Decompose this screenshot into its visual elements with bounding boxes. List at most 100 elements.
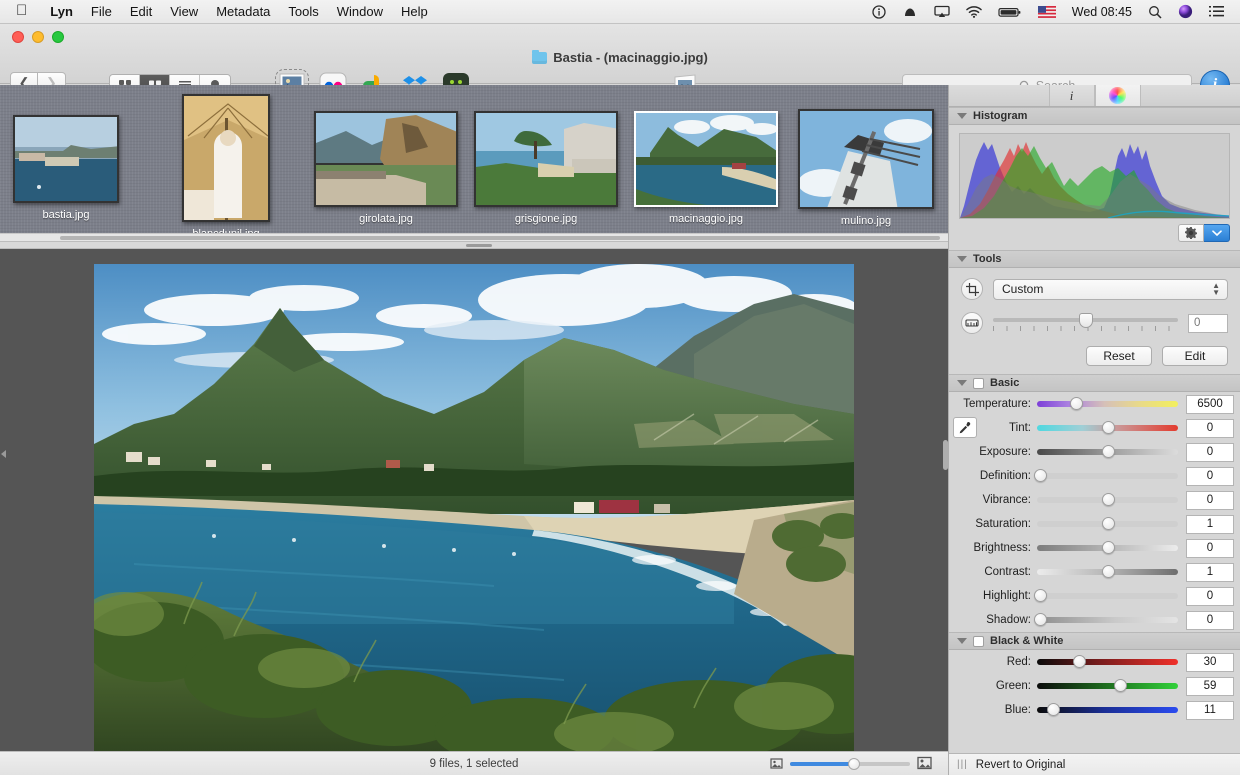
airplay-icon[interactable]: [926, 0, 958, 24]
thumbnail-mulino[interactable]: [798, 109, 934, 209]
tint-track[interactable]: [1037, 425, 1178, 431]
blue-knob[interactable]: [1047, 703, 1060, 716]
zoom-slider-knob[interactable]: [848, 758, 860, 770]
filmstrip-item[interactable]: girolata.jpg: [306, 85, 466, 225]
minimize-button[interactable]: [32, 31, 44, 43]
blackwhite-enable-checkbox[interactable]: [973, 636, 984, 647]
clock[interactable]: Wed 08:45: [1064, 5, 1140, 19]
filmstrip-item[interactable]: bastia.jpg: [0, 85, 146, 221]
zoom-button[interactable]: [52, 31, 64, 43]
filmstrip-scrollbar-thumb[interactable]: [60, 236, 940, 240]
straighten-slider[interactable]: [993, 313, 1178, 333]
thumbnail-bastia[interactable]: [13, 115, 119, 203]
vibrance-knob[interactable]: [1102, 493, 1115, 506]
splitter-grip[interactable]: [466, 244, 492, 247]
blue-track[interactable]: [1037, 707, 1178, 713]
menu-item-tools[interactable]: Tools: [279, 0, 327, 24]
straighten-button[interactable]: [961, 312, 983, 334]
tab-adjustments[interactable]: [1095, 85, 1141, 106]
menu-item-metadata[interactable]: Metadata: [207, 0, 279, 24]
filmstrip-item[interactable]: mulino.jpg: [786, 85, 946, 227]
blackwhite-section-header[interactable]: Black & White: [949, 632, 1240, 650]
thumbnail-grisgione[interactable]: [474, 111, 618, 207]
crop-button[interactable]: [961, 278, 983, 300]
saturation-knob[interactable]: [1102, 517, 1115, 530]
disclosure-triangle-icon[interactable]: [957, 256, 967, 262]
green-track[interactable]: [1037, 683, 1178, 689]
straighten-value[interactable]: 0: [1188, 314, 1228, 333]
histogram-section-header[interactable]: Histogram: [949, 107, 1240, 125]
shadow-knob[interactable]: [1034, 613, 1047, 626]
filmstrip-item[interactable]: grisgione.jpg: [466, 85, 626, 225]
exposure-knob[interactable]: [1102, 445, 1115, 458]
image-viewer[interactable]: [0, 249, 948, 773]
highlight-knob[interactable]: [1034, 589, 1047, 602]
menu-item-view[interactable]: View: [161, 0, 207, 24]
menu-item-file[interactable]: File: [82, 0, 121, 24]
highlight-value[interactable]: 0: [1186, 587, 1234, 606]
search-icon[interactable]: [1140, 0, 1170, 24]
red-track[interactable]: [1037, 659, 1178, 665]
basic-section-header[interactable]: Basic: [949, 374, 1240, 392]
histogram-dropdown-button[interactable]: [1204, 224, 1230, 242]
definition-knob[interactable]: [1034, 469, 1047, 482]
disclosure-triangle-icon[interactable]: [957, 113, 967, 119]
menu-item-help[interactable]: Help: [392, 0, 437, 24]
menu-item-lyn[interactable]: Lyn: [41, 0, 82, 24]
red-knob[interactable]: [1073, 655, 1086, 668]
blue-value[interactable]: 11: [1186, 701, 1234, 720]
shadow-value[interactable]: 0: [1186, 611, 1234, 630]
close-button[interactable]: [12, 31, 24, 43]
straighten-slider-knob[interactable]: [1079, 313, 1093, 328]
brightness-track[interactable]: [1037, 545, 1178, 551]
zoom-slider[interactable]: [790, 762, 910, 766]
tint-knob[interactable]: [1102, 421, 1115, 434]
shadow-track[interactable]: [1037, 617, 1178, 623]
menu-item-window[interactable]: Window: [328, 0, 392, 24]
white-balance-eyedropper-button[interactable]: [953, 417, 977, 438]
highlight-track[interactable]: [1037, 593, 1178, 599]
edit-button[interactable]: Edit: [1162, 346, 1228, 366]
sidebar-toggle-handle[interactable]: [1, 447, 7, 461]
temperature-value[interactable]: 6500: [1186, 395, 1234, 414]
thumbnail-macinaggio[interactable]: [634, 111, 778, 207]
vibrance-track[interactable]: [1037, 497, 1178, 503]
contrast-value[interactable]: 1: [1186, 563, 1234, 582]
saturation-value[interactable]: 1: [1186, 515, 1234, 534]
temperature-knob[interactable]: [1070, 397, 1083, 410]
panel-scrollbar[interactable]: [943, 440, 948, 470]
exposure-track[interactable]: [1037, 449, 1178, 455]
tint-value[interactable]: 0: [1186, 419, 1234, 438]
green-value[interactable]: 59: [1186, 677, 1234, 696]
cloud-icon[interactable]: [894, 0, 926, 24]
crop-preset-dropdown[interactable]: Custom ▲▼: [993, 279, 1228, 300]
contrast-knob[interactable]: [1102, 565, 1115, 578]
definition-value[interactable]: 0: [1186, 467, 1234, 486]
revert-bar[interactable]: ||| Revert to Original: [949, 753, 1240, 775]
thumbnail-blancdunil[interactable]: [182, 94, 270, 222]
contrast-track[interactable]: [1037, 569, 1178, 575]
panel-splitter[interactable]: [0, 241, 948, 249]
brightness-value[interactable]: 0: [1186, 539, 1234, 558]
definition-track[interactable]: [1037, 473, 1178, 479]
filmstrip[interactable]: bastia.jpg blancdu: [0, 85, 948, 241]
info-circle-icon[interactable]: [864, 0, 894, 24]
reset-button[interactable]: Reset: [1086, 346, 1152, 366]
red-value[interactable]: 30: [1186, 653, 1234, 672]
notification-center-icon[interactable]: [1201, 0, 1232, 24]
filmstrip-item[interactable]: macinaggio.jpg: [626, 85, 786, 225]
filmstrip-scrollbar[interactable]: [0, 233, 948, 241]
vibrance-value[interactable]: 0: [1186, 491, 1234, 510]
disclosure-triangle-icon[interactable]: [957, 380, 967, 386]
apple-menu-icon[interactable]: : [16, 3, 27, 18]
histogram-settings-button[interactable]: [1178, 224, 1204, 242]
tab-info[interactable]: i: [1049, 85, 1095, 106]
main-photo-macinaggio[interactable]: [94, 264, 854, 758]
siri-icon[interactable]: [1170, 0, 1201, 24]
temperature-track[interactable]: [1037, 401, 1178, 407]
disclosure-triangle-icon[interactable]: [957, 638, 967, 644]
filmstrip-item[interactable]: blancdunil.jpg: [146, 85, 306, 240]
grip-icon[interactable]: |||: [957, 759, 968, 770]
saturation-track[interactable]: [1037, 521, 1178, 527]
menu-item-edit[interactable]: Edit: [121, 0, 161, 24]
